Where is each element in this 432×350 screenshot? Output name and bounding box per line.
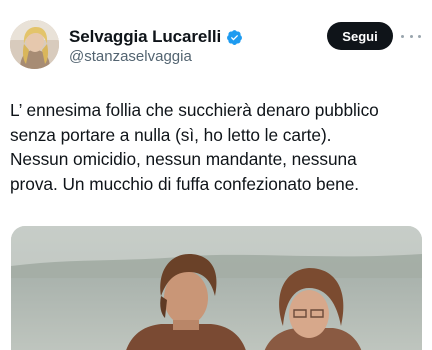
author-display-name[interactable]: Selvaggia Lucarelli (69, 27, 221, 47)
more-options-icon[interactable] (401, 28, 421, 44)
vintage-photo-icon (11, 226, 422, 350)
author-handle[interactable]: @stanzaselvaggia (69, 48, 192, 65)
tweet-card: Selvaggia Lucarelli @stanzaselvaggia Seg… (0, 0, 432, 350)
tweet-media-photo[interactable] (11, 226, 422, 350)
tweet-text: L’ ennesima follia che succhierà denaro … (10, 100, 379, 194)
avatar[interactable] (10, 20, 59, 69)
verified-badge-icon (227, 29, 243, 45)
author-name-row: Selvaggia Lucarelli (69, 27, 243, 47)
avatar-photo-icon (10, 20, 59, 69)
follow-button[interactable]: Segui (327, 22, 393, 50)
tweet-header: Selvaggia Lucarelli @stanzaselvaggia Seg… (0, 0, 432, 84)
